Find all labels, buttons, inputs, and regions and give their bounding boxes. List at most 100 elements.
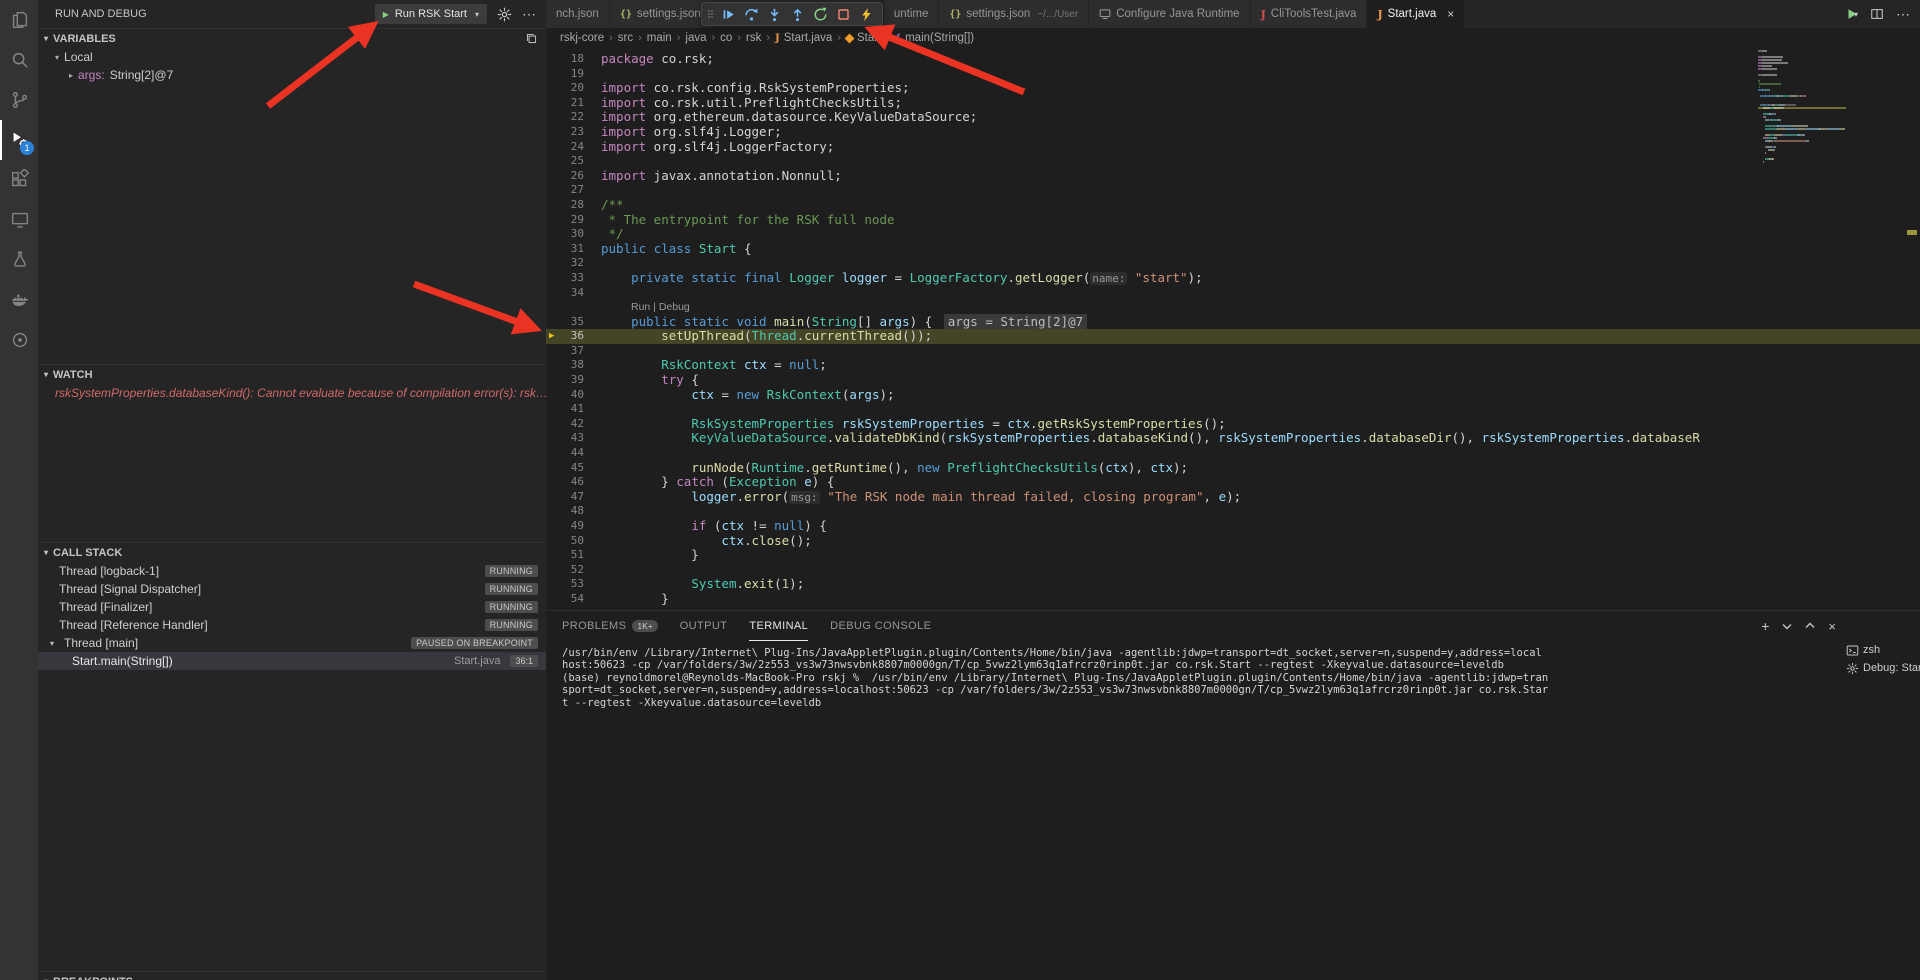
code-line-40[interactable]: 40 ctx = new RskContext(args); bbox=[546, 388, 1920, 403]
code-editor[interactable]: 18package co.rsk;1920import co.rsk.confi… bbox=[546, 48, 1920, 610]
code-line-34[interactable]: 34 bbox=[546, 286, 1920, 301]
variable-args[interactable]: ▸ args: String[2]@7 bbox=[38, 66, 546, 84]
gutter[interactable]: 18 bbox=[546, 52, 601, 67]
code-line-33[interactable]: 33 private static final Logger logger = … bbox=[546, 271, 1920, 286]
code-line-20[interactable]: 20import co.rsk.config.RskSystemProperti… bbox=[546, 81, 1920, 96]
terminal-session-debug-start[interactable]: Debug: Start bbox=[1842, 659, 1920, 677]
gutter[interactable]: 20 bbox=[546, 81, 601, 96]
gutter[interactable]: 43 bbox=[546, 431, 601, 446]
code-line-19[interactable]: 19 bbox=[546, 67, 1920, 82]
gutter[interactable]: 19 bbox=[546, 67, 601, 82]
gutter[interactable]: 36▶ bbox=[546, 329, 601, 344]
gutter[interactable]: 34 bbox=[546, 286, 601, 301]
gutter[interactable] bbox=[546, 300, 601, 315]
variables-header[interactable]: ▾ VARIABLES bbox=[38, 28, 546, 48]
close-icon[interactable]: × bbox=[1447, 7, 1454, 21]
gutter[interactable]: 21 bbox=[546, 96, 601, 111]
code-line-39[interactable]: 39 try { bbox=[546, 373, 1920, 388]
code-line-22[interactable]: 22import org.ethereum.datasource.KeyValu… bbox=[546, 110, 1920, 125]
extensions-icon[interactable] bbox=[0, 160, 38, 200]
variables-scope-local[interactable]: ▾ Local bbox=[38, 48, 546, 66]
code-line-23[interactable]: 23import org.slf4j.Logger; bbox=[546, 125, 1920, 140]
terminal-dropdown-icon[interactable] bbox=[1782, 621, 1792, 631]
gutter[interactable]: 30 bbox=[546, 227, 601, 242]
code-line-49[interactable]: 49 if (ctx != null) { bbox=[546, 519, 1920, 534]
gutter[interactable]: 33 bbox=[546, 271, 601, 286]
restart-button[interactable] bbox=[809, 3, 831, 25]
tab-nch-json[interactable]: nch.json bbox=[546, 0, 610, 28]
remote-explorer-icon[interactable] bbox=[0, 200, 38, 240]
code-line-45[interactable]: 45 runNode(Runtime.getRuntime(), new Pre… bbox=[546, 461, 1920, 476]
code-line-46[interactable]: 46 } catch (Exception e) { bbox=[546, 475, 1920, 490]
debug-config-dropdown[interactable]: ▶ Run RSK Start ▾ bbox=[375, 4, 487, 24]
breadcrumb-rsk[interactable]: rsk bbox=[746, 32, 761, 44]
run-and-debug-icon[interactable]: 1 bbox=[0, 120, 38, 160]
gutter[interactable]: 31 bbox=[546, 242, 601, 257]
gutter[interactable]: 42 bbox=[546, 417, 601, 432]
breadcrumb-main[interactable]: main bbox=[647, 32, 672, 44]
search-icon[interactable] bbox=[0, 40, 38, 80]
gutter[interactable]: 52 bbox=[546, 563, 601, 578]
tab-settings-json[interactable]: {}settings.json bbox=[610, 0, 712, 28]
hot-code-replace-button[interactable] bbox=[855, 3, 877, 25]
code-line-24[interactable]: 24import org.slf4j.LoggerFactory; bbox=[546, 140, 1920, 155]
run-java-button[interactable]: ▾ bbox=[1845, 7, 1858, 21]
gutter[interactable]: 32 bbox=[546, 256, 601, 271]
step-out-button[interactable] bbox=[786, 3, 808, 25]
code-line-26[interactable]: 26import javax.annotation.Nonnull; bbox=[546, 169, 1920, 184]
terminal-output[interactable]: /usr/bin/env /Library/Internet\ Plug-Ins… bbox=[562, 647, 1838, 976]
breadcrumb-java[interactable]: java bbox=[685, 32, 706, 44]
code-line-41[interactable]: 41 bbox=[546, 402, 1920, 417]
code-line-29[interactable]: 29 * The entrypoint for the RSK full nod… bbox=[546, 213, 1920, 228]
gutter[interactable]: 47 bbox=[546, 490, 601, 505]
stop-button[interactable] bbox=[832, 3, 854, 25]
gutter[interactable]: 25 bbox=[546, 154, 601, 169]
gutter[interactable]: 28 bbox=[546, 198, 601, 213]
gutter[interactable]: 54 bbox=[546, 592, 601, 607]
breadcrumb-rskj-core[interactable]: rskj-core bbox=[560, 32, 604, 44]
code-line-53[interactable]: 53 System.exit(1); bbox=[546, 577, 1920, 592]
gutter[interactable]: 50 bbox=[546, 534, 601, 549]
more-actions-icon[interactable]: ⋯ bbox=[1896, 7, 1910, 21]
testing-icon[interactable] bbox=[0, 240, 38, 280]
gutter[interactable]: 26 bbox=[546, 169, 601, 184]
gutter[interactable]: 23 bbox=[546, 125, 601, 140]
thread-row[interactable]: Thread [Reference Handler]RUNNING bbox=[38, 616, 546, 634]
gutter[interactable]: 24 bbox=[546, 140, 601, 155]
maximize-panel-icon[interactable] bbox=[1805, 621, 1815, 631]
tab-untime[interactable]: untime bbox=[884, 0, 940, 28]
breadcrumb-start-java[interactable]: JStart.java bbox=[775, 32, 832, 44]
gutter[interactable]: 44 bbox=[546, 446, 601, 461]
docker-icon[interactable] bbox=[0, 280, 38, 320]
gutter[interactable]: 39 bbox=[546, 373, 601, 388]
code-line-54[interactable]: 54 } bbox=[546, 592, 1920, 607]
code-line-18[interactable]: 18package co.rsk; bbox=[546, 52, 1920, 67]
tab-clitoolstest-java[interactable]: JCliToolsTest.java bbox=[1251, 0, 1368, 28]
thread-row[interactable]: Thread [logback-1]RUNNING bbox=[38, 562, 546, 580]
continue-button[interactable] bbox=[717, 3, 739, 25]
tab-settings-json[interactable]: {}settings.json~/.../User bbox=[939, 0, 1089, 28]
thread-row[interactable]: ▾Thread [main]PAUSED ON BREAKPOINT bbox=[38, 634, 546, 652]
code-line-32[interactable]: 32 bbox=[546, 256, 1920, 271]
tab-start-java[interactable]: JStart.java× bbox=[1367, 0, 1465, 28]
codelens-line[interactable]: Run | Debug bbox=[546, 300, 1920, 315]
code-line-21[interactable]: 21import co.rsk.util.PreflightChecksUtil… bbox=[546, 96, 1920, 111]
new-terminal-icon[interactable]: + bbox=[1761, 619, 1769, 633]
step-over-button[interactable] bbox=[740, 3, 762, 25]
gutter[interactable]: 48 bbox=[546, 504, 601, 519]
breadcrumb[interactable]: rskj-core›src›main›java›co›rsk›JStart.ja… bbox=[546, 28, 1920, 48]
gutter[interactable]: 29 bbox=[546, 213, 601, 228]
stack-frame[interactable]: Start.main(String[])Start.java36:1 bbox=[38, 652, 546, 670]
gutter[interactable]: 41 bbox=[546, 402, 601, 417]
breadcrumb-start[interactable]: Start bbox=[846, 32, 881, 44]
code-line-52[interactable]: 52 bbox=[546, 563, 1920, 578]
gutter[interactable]: 51 bbox=[546, 548, 601, 563]
panel-tab-problems[interactable]: PROBLEMS1K+ bbox=[562, 611, 658, 641]
gear-icon[interactable] bbox=[497, 7, 512, 22]
thread-row[interactable]: Thread [Signal Dispatcher]RUNNING bbox=[38, 580, 546, 598]
gutter[interactable]: 35 bbox=[546, 315, 601, 330]
breakpoints-header[interactable]: ▾ BREAKPOINTS bbox=[38, 971, 546, 980]
gutter[interactable]: 37 bbox=[546, 344, 601, 359]
gutter[interactable]: 38 bbox=[546, 358, 601, 373]
panel-tab-output[interactable]: OUTPUT bbox=[680, 611, 728, 641]
